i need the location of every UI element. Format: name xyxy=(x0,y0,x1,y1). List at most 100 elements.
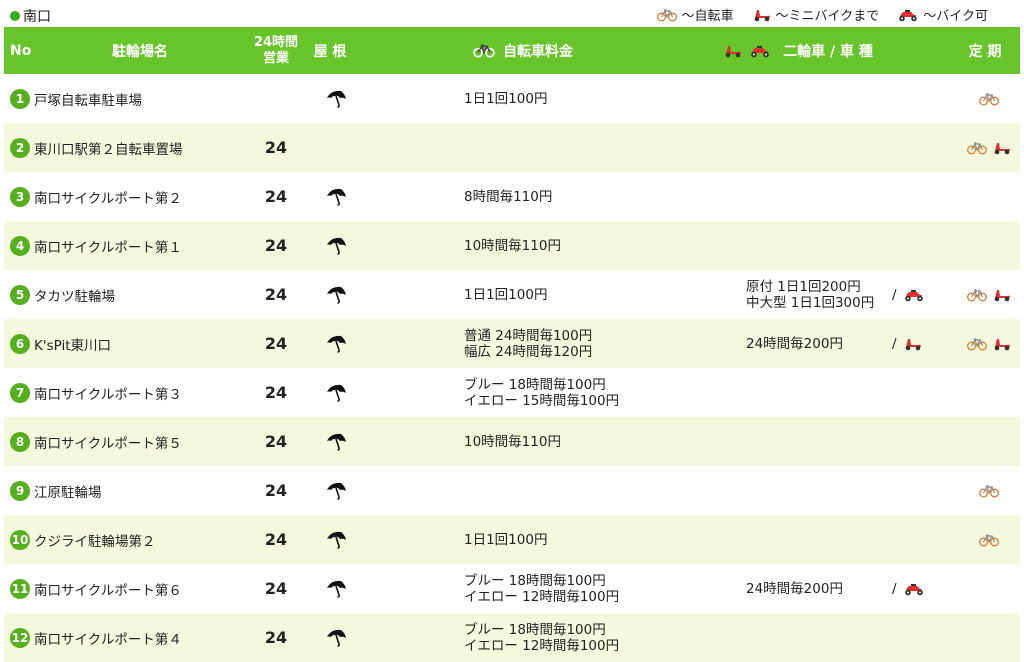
bicycle-fee-cell xyxy=(464,123,704,172)
roof-cell xyxy=(316,613,356,662)
bicycle-fee-line: 普通 24時間毎100円 xyxy=(464,327,593,344)
bicycle-icon xyxy=(979,484,999,498)
season-pass-cell xyxy=(964,221,1014,270)
row-number-cell: 10 xyxy=(10,515,34,564)
open-24h: 24 xyxy=(264,383,288,402)
table-row: 3 南口サイクルポート第２ 24 8時間毎110円 xyxy=(4,172,1020,221)
umbrella-icon xyxy=(325,187,347,207)
parking-name: 南口サイクルポート第４ xyxy=(34,631,182,648)
row-number-badge: 6 xyxy=(10,333,30,354)
motorcycle-fee-cell xyxy=(746,221,896,270)
roof-cell xyxy=(316,319,356,368)
row-number-badge: 11 xyxy=(10,578,30,599)
parking-name: 南口サイクルポート第３ xyxy=(34,386,182,403)
header-name: 駐輪場名 xyxy=(112,43,168,60)
parking-name: 南口サイクルポート第２ xyxy=(34,190,182,207)
roof-cell xyxy=(316,123,356,172)
scooter-icon xyxy=(992,336,1012,351)
bicycle-icon xyxy=(966,288,987,302)
row-number-badge: 1 xyxy=(10,88,30,109)
slash-separator: / xyxy=(892,335,897,352)
row-number-badge: 2 xyxy=(10,137,30,158)
table-row: 9 江原駐輪場 24 xyxy=(4,466,1020,515)
parking-name: 南口サイクルポート第６ xyxy=(34,582,182,599)
parking-name: 南口サイクルポート第１ xyxy=(34,239,182,256)
motorcycle-fee-cell: 24時間毎200円 xyxy=(746,564,896,613)
open-24h: 24 xyxy=(264,432,288,451)
season-pass-cell xyxy=(964,172,1014,221)
header-fee-label: 自転車料金 xyxy=(503,43,573,60)
header-teiki: 定 期 xyxy=(968,43,1002,60)
motorcycle-fee-line: 原付 1日1回200円 xyxy=(746,278,861,295)
season-pass-cell xyxy=(964,74,1014,123)
scooter-icon xyxy=(752,7,772,22)
bicycle-fee-line: イエロー 12時間毎100円 xyxy=(464,588,620,605)
bicycle-fee-line: 1日1回100円 xyxy=(464,531,548,548)
table-row: 1 戸塚自転車駐車場 1日1回100円 xyxy=(4,74,1020,123)
motorcycle-icon xyxy=(897,7,919,22)
row-number-cell: 2 xyxy=(10,123,34,172)
open-24h xyxy=(252,74,300,123)
row-number-cell: 11 xyxy=(10,564,34,613)
table-row: 10 クジライ駐輪場第２ 24 1日1回100円 xyxy=(4,515,1020,564)
header-24h-line1: 24時間 xyxy=(253,34,299,50)
row-number-badge: 12 xyxy=(10,627,30,648)
scooter-icon xyxy=(723,43,743,58)
bicycle-fee-line: ブルー 18時間毎100円 xyxy=(464,572,606,589)
bicycle-icon xyxy=(979,533,999,547)
open-24h: 24 xyxy=(264,334,288,353)
umbrella-icon xyxy=(325,481,347,501)
vehicle-type-cell: / xyxy=(892,319,932,368)
open-24h: 24 xyxy=(264,579,288,598)
vehicle-type-cell: / xyxy=(892,270,932,319)
scooter-icon xyxy=(992,140,1012,155)
row-number-cell: 7 xyxy=(10,368,34,417)
bicycle-icon xyxy=(979,92,999,106)
season-pass-cell xyxy=(964,368,1014,417)
open-24h: 24 xyxy=(264,481,288,500)
bicycle-fee-line: イエロー 12時間毎100円 xyxy=(464,637,620,654)
bicycle-fee-cell: ブルー 18時間毎100円 イエロー 15時間毎100円 xyxy=(464,368,704,417)
season-pass-cell xyxy=(964,613,1014,662)
bicycle-fee-line: 1日1回100円 xyxy=(464,90,548,107)
row-number-badge: 7 xyxy=(10,382,30,403)
bicycle-fee-cell: 10時間毎110円 xyxy=(464,417,704,466)
motorcycle-icon xyxy=(903,287,925,302)
slash-separator: / xyxy=(892,286,897,303)
table-row: 5 タカツ駐輪場 24 1日1回100円 原付 1日1回200円 中大型 1日1回300円… xyxy=(4,270,1020,319)
umbrella-icon xyxy=(325,236,347,256)
table-row: 11 南口サイクルポート第６ 24 ブルー 18時間毎100円 イエロー 12時間毎10… xyxy=(4,564,1020,613)
open-24h: 24 xyxy=(264,285,288,304)
bicycle-fee-cell: 1日1回100円 xyxy=(464,270,704,319)
parking-table: No 駐輪場名 24時間 営業 屋 根 自転車料金 二輪車 / 車 種 定 期 … xyxy=(4,27,1020,662)
row-number-cell: 1 xyxy=(10,74,34,123)
season-pass-cell xyxy=(964,515,1014,564)
row-number-badge: 5 xyxy=(10,284,30,305)
parking-name: K'sPit東川口 xyxy=(34,337,111,354)
row-number-cell: 3 xyxy=(10,172,34,221)
motorcycle-fee-line: 24時間毎200円 xyxy=(746,335,843,352)
bicycle-fee-line: 10時間毎110円 xyxy=(464,237,561,254)
header-fee: 自転車料金 xyxy=(458,27,588,74)
open-24h: 24 xyxy=(264,138,288,157)
table-row: 8 南口サイクルポート第５ 24 10時間毎110円 xyxy=(4,417,1020,466)
parking-name: 東川口駅第２自転車置場 xyxy=(34,141,183,158)
slash-separator: / xyxy=(892,580,897,597)
umbrella-icon xyxy=(325,89,347,109)
bicycle-fee-line: 1日1回100円 xyxy=(464,286,548,303)
bicycle-fee-cell: 1日1回100円 xyxy=(464,515,704,564)
bicycle-icon xyxy=(473,43,495,58)
row-number-cell: 8 xyxy=(10,417,34,466)
header-moto-label: 二輪車 / 車 種 xyxy=(783,43,873,60)
umbrella-icon xyxy=(325,628,347,648)
row-number-badge: 10 xyxy=(10,529,30,550)
bicycle-fee-cell: 普通 24時間毎100円 幅広 24時間毎120円 xyxy=(464,319,704,368)
motorcycle-icon xyxy=(749,43,771,58)
umbrella-icon xyxy=(325,530,347,550)
motorcycle-fee-cell xyxy=(746,613,896,662)
row-number-badge: 3 xyxy=(10,186,30,207)
roof-cell xyxy=(316,466,356,515)
open-24h: 24 xyxy=(264,628,288,647)
top-bar: 南口 〜自転車 〜ミニバイクまで 〜バイク可 xyxy=(0,0,1024,27)
vehicle-type-cell: / xyxy=(892,564,932,613)
